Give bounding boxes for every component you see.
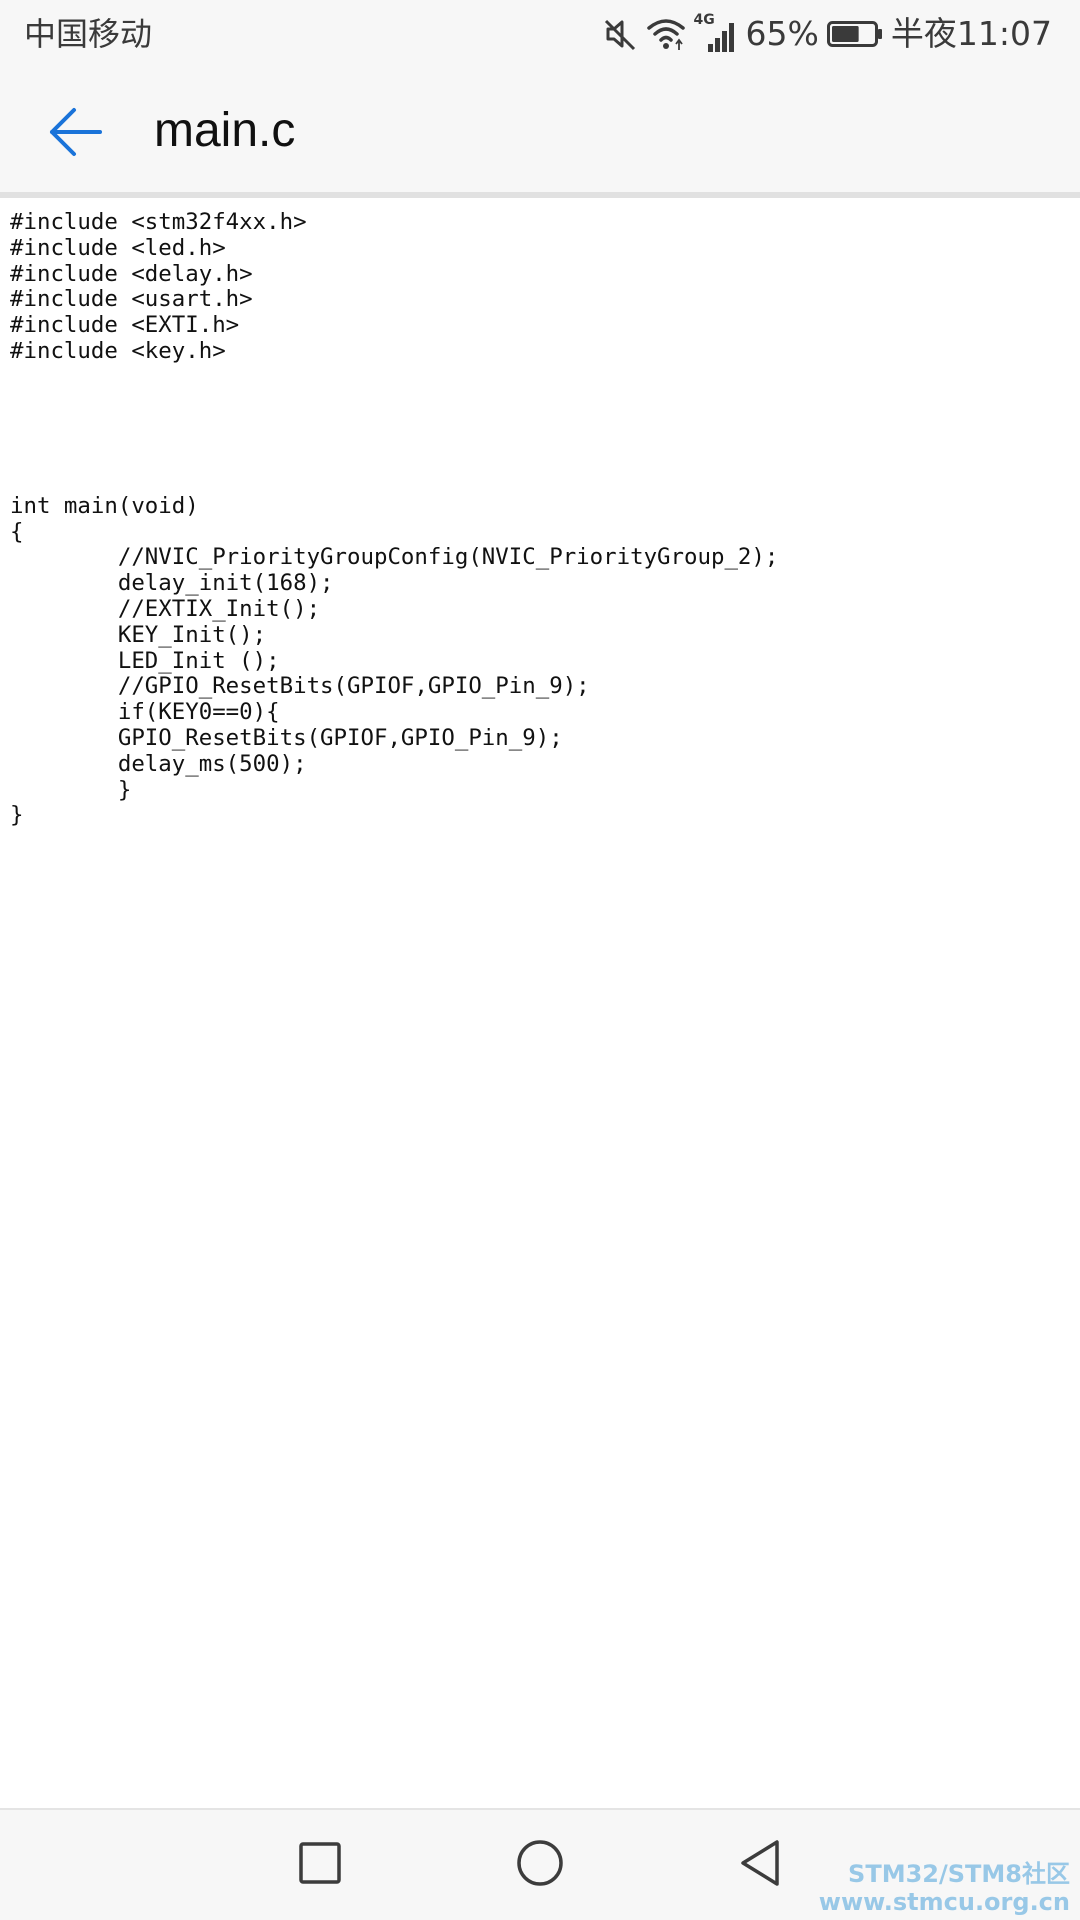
back-button[interactable] xyxy=(38,96,114,172)
code-line: //EXTIX_Init(); xyxy=(10,595,321,622)
code-line: delay_init(168); xyxy=(10,570,334,597)
battery-percent: 65% xyxy=(745,14,819,53)
app-bar: main.c xyxy=(0,68,1080,192)
recents-button[interactable] xyxy=(285,1830,355,1900)
code-content: #include <stm32f4xx.h> #include <led.h> … xyxy=(10,209,779,829)
code-line: } xyxy=(10,776,132,803)
code-viewer[interactable]: #include <stm32f4xx.h> #include <led.h> … xyxy=(0,198,1080,1808)
nav-back-button[interactable] xyxy=(725,1830,795,1900)
page-title: main.c xyxy=(154,104,296,157)
code-line: int main(void) xyxy=(10,492,199,519)
clock: 半夜11:07 xyxy=(890,14,1052,53)
watermark-title: STM32/STM8社区 xyxy=(848,1860,1070,1888)
code-line: #include <EXTI.h> xyxy=(10,312,240,339)
code-line: LED_Init (); xyxy=(10,647,280,674)
home-button[interactable] xyxy=(505,1830,575,1900)
status-bar: 中国移动 4G 65% 半夜11:07 xyxy=(0,0,1080,68)
home-circle-icon xyxy=(515,1838,565,1892)
battery-icon xyxy=(826,19,883,49)
watermark-url: www.stmcu.org.cn xyxy=(818,1888,1070,1916)
back-triangle-icon xyxy=(737,1838,783,1892)
code-line: GPIO_ResetBits(GPIOF,GPIO_Pin_9); xyxy=(10,724,563,751)
wifi-icon xyxy=(646,16,686,52)
recents-square-icon xyxy=(297,1840,343,1890)
code-line: #include <stm32f4xx.h> xyxy=(10,209,307,235)
code-line: #include <delay.h> xyxy=(10,260,253,287)
code-line: //NVIC_PriorityGroupConfig(NVIC_Priority… xyxy=(10,544,779,571)
watermark: STM32/STM8社区 www.stmcu.org.cn xyxy=(819,1860,1070,1916)
code-line: #include <usart.h> xyxy=(10,286,253,313)
carrier-name: 中国移动 xyxy=(24,15,153,53)
code-line: delay_ms(500); xyxy=(10,750,307,777)
code-line: { xyxy=(10,518,24,545)
code-line: if(KEY0==0){ xyxy=(10,699,280,726)
code-line: //GPIO_ResetBits(GPIOF,GPIO_Pin_9); xyxy=(10,673,590,700)
signal-icon: 4G xyxy=(694,12,738,54)
arrow-left-icon xyxy=(48,104,104,164)
code-line: } xyxy=(10,802,24,829)
code-line: KEY_Init(); xyxy=(10,621,267,648)
mute-icon xyxy=(602,16,638,52)
code-line: #include <led.h> xyxy=(10,234,226,261)
status-indicators: 4G 65% 半夜11:07 xyxy=(602,10,1052,58)
code-line: #include <key.h> xyxy=(10,337,226,364)
